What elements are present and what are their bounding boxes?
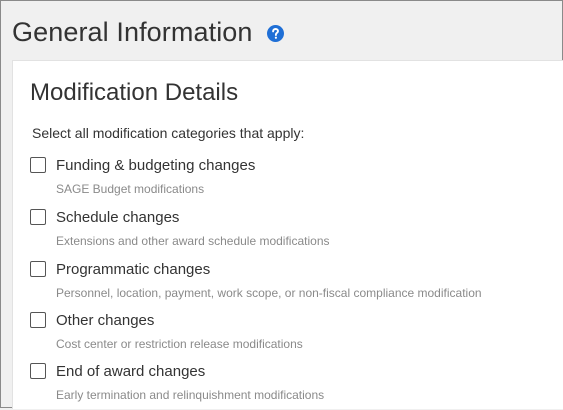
help-icon[interactable] [266,25,284,42]
option-label[interactable]: Schedule changes [56,208,179,227]
option-description: Personnel, location, payment, work scope… [56,286,482,300]
option-programmatic[interactable]: Programmatic changes Personnel, location… [30,260,550,308]
option-description: SAGE Budget modifications [56,182,205,196]
page-title: General Information [12,17,253,47]
option-description: Early termination and relinquishment mod… [56,388,325,402]
option-description: Cost center or restriction release modif… [56,337,303,351]
option-label[interactable]: Programmatic changes [56,260,210,279]
question-circle-icon [266,25,284,42]
checkbox-funding-budgeting[interactable] [30,157,46,173]
page-header: General Information [12,15,284,49]
option-other[interactable]: Other changes Cost center or restriction… [30,311,550,359]
option-label[interactable]: Funding & budgeting changes [56,156,255,175]
option-label[interactable]: Other changes [56,311,154,330]
option-end-of-award[interactable]: End of award changes Early termination a… [30,362,550,410]
section-title: Modification Details [30,79,239,106]
checkbox-other[interactable] [30,312,46,328]
option-schedule[interactable]: Schedule changes Extensions and other aw… [30,208,550,256]
option-label[interactable]: End of award changes [56,362,205,381]
checkbox-programmatic[interactable] [30,261,46,277]
option-funding-budgeting[interactable]: Funding & budgeting changes SAGE Budget … [30,156,550,204]
modification-details-card: Modification Details Select all modifica… [12,60,563,409]
checkbox-schedule[interactable] [30,209,46,225]
option-description: Extensions and other award schedule modi… [56,234,330,248]
checkbox-end-of-award[interactable] [30,363,46,379]
instruction-text: Select all modification categories that … [32,125,305,141]
